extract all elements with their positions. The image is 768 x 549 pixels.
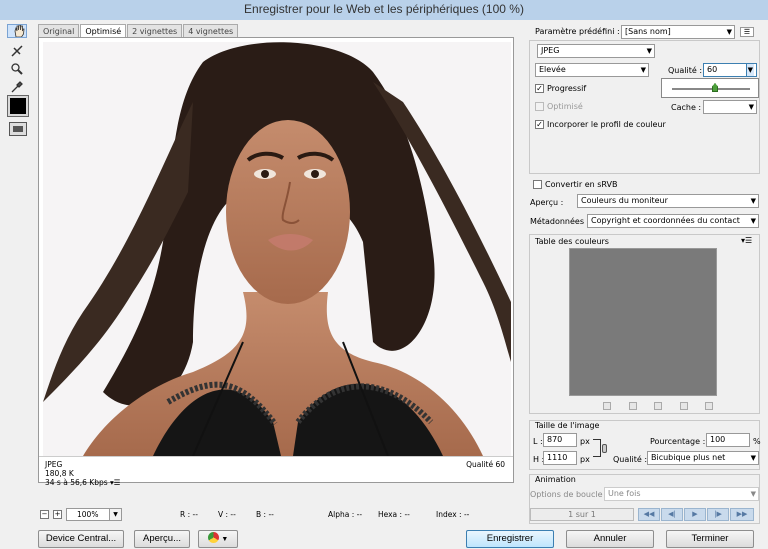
srgb-label: Convertir en sRVB	[545, 180, 618, 189]
next-frame-icon[interactable]: |▶	[707, 508, 729, 521]
chain-icon[interactable]	[602, 444, 607, 453]
map-transparent-icon[interactable]	[603, 402, 611, 410]
embed-profile-checkbox[interactable]: ✓	[535, 120, 544, 129]
toolbox	[4, 22, 30, 512]
percent-label: Pourcentage :	[650, 437, 706, 446]
optimized-label: Optimisé	[547, 102, 583, 111]
width-label: L :	[533, 437, 543, 446]
color-table-actions	[603, 402, 713, 412]
slice-select-icon[interactable]	[7, 42, 27, 60]
preview-label: Aperçu :	[530, 198, 564, 207]
download-speed-menu-icon[interactable]: ▾☰	[110, 478, 121, 487]
preview-button[interactable]: Aperçu...	[134, 530, 190, 548]
embed-profile-label: Incorporer le profil de couleur	[547, 120, 666, 129]
status-hexa: Hexa : --	[378, 510, 410, 519]
prev-frame-icon[interactable]: ◀|	[661, 508, 683, 521]
status-bar: − + 100% R : -- V : -- B : -- Alpha : --…	[38, 508, 514, 522]
play-icon[interactable]: ▶	[684, 508, 706, 521]
resample-quality-label: Qualité :	[613, 455, 648, 464]
format-select[interactable]: JPEG ▼	[537, 44, 655, 58]
device-central-button[interactable]: Device Central...	[38, 530, 124, 548]
window-title: Enregistrer pour le Web et les périphéri…	[0, 0, 768, 20]
animation-controls: 1 sur 1 ◀◀ ◀| ▶ |▶ ▶▶	[530, 508, 759, 522]
eyedropper-color-swatch[interactable]	[7, 95, 29, 117]
done-button[interactable]: Terminer	[666, 530, 754, 548]
view-tabs: Original Optimisé 2 vignettes 4 vignette…	[38, 24, 239, 38]
progressive-checkbox[interactable]: ✓	[535, 84, 544, 93]
quality-slider-track[interactable]	[672, 88, 750, 90]
resample-quality-select[interactable]: Bicubique plus net ▼	[647, 451, 759, 465]
magnifier-icon[interactable]	[7, 60, 27, 78]
web-shift-icon[interactable]	[628, 402, 637, 410]
preset-label: Paramètre prédéfini :	[535, 27, 620, 36]
constrain-link-icon[interactable]	[593, 439, 601, 457]
cancel-button[interactable]: Annuler	[566, 530, 654, 548]
preview-canvas: JPEG 180,8 K 34 s à 56,6 Kbps ▾☰ Qualité…	[38, 37, 514, 487]
zoom-in-button[interactable]: +	[53, 510, 62, 519]
height-input[interactable]: 1110	[543, 451, 577, 465]
srgb-checkbox[interactable]	[533, 180, 542, 189]
new-color-icon[interactable]	[679, 402, 688, 410]
status-alpha: Alpha : --	[328, 510, 363, 519]
lock-color-icon[interactable]	[654, 402, 662, 410]
quality-slider-thumb[interactable]	[712, 83, 718, 92]
quality-input[interactable]: 60 ▼	[703, 63, 757, 77]
status-v: V : --	[218, 510, 236, 519]
preview-info-bar: JPEG 180,8 K 34 s à 56,6 Kbps ▾☰ Qualité…	[39, 456, 513, 487]
info-quality: Qualité 60	[466, 460, 505, 469]
tab-4-up[interactable]: 4 vignettes	[183, 24, 239, 38]
color-table-menu-icon[interactable]: ▾☰	[741, 236, 752, 245]
tab-optimized[interactable]: Optimisé	[80, 24, 127, 38]
quality-slider-popup	[661, 78, 759, 98]
blur-label: Cache :	[671, 103, 702, 112]
status-r: R : --	[180, 510, 198, 519]
toggle-slices-icon[interactable]	[9, 122, 27, 136]
percent-input[interactable]: 100	[706, 433, 750, 447]
delete-color-icon[interactable]	[705, 402, 713, 410]
preview-image[interactable]	[43, 42, 511, 456]
preset-menu-icon[interactable]: ☰	[740, 27, 754, 37]
status-b: B : --	[256, 510, 274, 519]
tab-2-up[interactable]: 2 vignettes	[127, 24, 183, 38]
preview-select[interactable]: Couleurs du moniteur ▼	[577, 194, 759, 208]
blur-input[interactable]: ▼	[703, 100, 757, 114]
animation-title: Animation	[535, 475, 576, 484]
info-format: JPEG	[45, 460, 63, 469]
width-unit: px	[580, 437, 590, 446]
image-size-title: Taille de l'image	[535, 421, 600, 430]
compression-select[interactable]: Elevée ▼	[535, 63, 649, 77]
width-input[interactable]: 870	[543, 433, 577, 447]
loop-select[interactable]: Une fois ▼	[604, 487, 759, 501]
color-table[interactable]	[569, 248, 717, 396]
info-size: 180,8 K	[45, 469, 74, 478]
loop-label: Options de boucle :	[530, 490, 608, 499]
info-time: 34 s à 56,6 Kbps ▾☰	[45, 478, 121, 487]
preset-select[interactable]: [Sans nom] ▼	[621, 25, 735, 39]
status-index: Index : --	[436, 510, 470, 519]
last-frame-icon[interactable]: ▶▶	[730, 508, 754, 521]
height-unit: px	[580, 455, 590, 464]
chevron-down-icon: ▼	[221, 536, 229, 543]
progressive-label: Progressif	[547, 84, 587, 93]
save-button[interactable]: Enregistrer	[466, 530, 554, 548]
zoom-select[interactable]: 100%	[66, 508, 122, 521]
tab-original[interactable]: Original	[38, 24, 80, 38]
frame-counter: 1 sur 1	[530, 508, 634, 521]
hand-icon[interactable]	[7, 24, 27, 38]
browser-select[interactable]: ▼	[198, 530, 238, 548]
metadata-label: Métadonnées :	[530, 217, 590, 226]
eyedropper-icon[interactable]	[7, 78, 27, 96]
zoom-out-button[interactable]: −	[40, 510, 49, 519]
first-frame-icon[interactable]: ◀◀	[638, 508, 660, 521]
browser-icon	[207, 531, 219, 543]
optimized-checkbox[interactable]	[535, 102, 544, 111]
quality-label: Qualité :	[668, 66, 703, 75]
percent-unit: %	[753, 437, 761, 446]
color-table-title: Table des couleurs	[535, 237, 609, 246]
metadata-select[interactable]: Copyright et coordonnées du contact ▼	[587, 214, 759, 228]
